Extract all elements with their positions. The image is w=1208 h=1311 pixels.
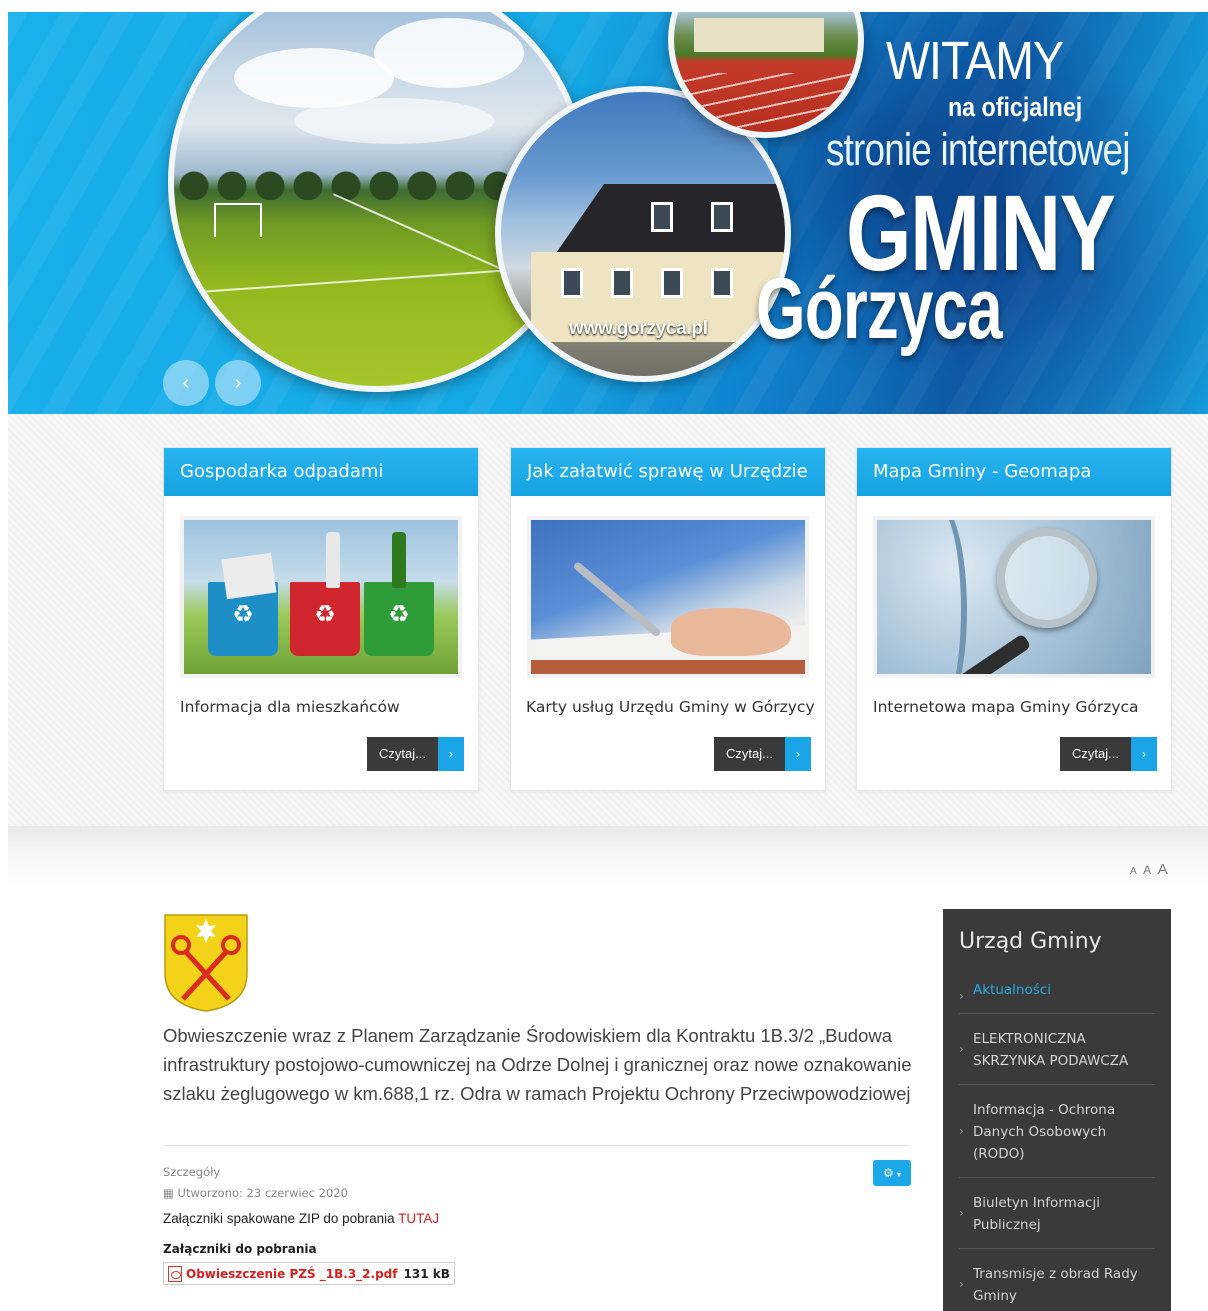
pdf-file-icon [168,1265,182,1282]
slider-prev-button[interactable]: ‹ [163,360,209,406]
sidebar-menu: Urząd Gminy Aktualności ELEKTRONICZNA SK… [943,909,1171,1311]
sidebar-item-aktualnosci[interactable]: Aktualności [959,979,1155,1014]
banner-text-witamy: WITAMY [886,31,1064,91]
calendar-icon: ▦ [163,1186,174,1200]
article-title[interactable]: Obwieszczenie wraz z Planem Zarządzanie … [163,1021,913,1108]
read-more-button[interactable]: Czytaj... › [714,737,811,771]
sidebar-item-rodo[interactable]: Informacja - Ochrona Danych Osobowych (R… [959,1085,1155,1178]
article-tools-button[interactable]: ⚙ ▾ [873,1160,911,1186]
card-description: Internetowa mapa Gminy Górzyca [873,698,1139,716]
card-description: Informacja dla mieszkańców [180,698,400,716]
banner-text-stronie: stronie internetowej [826,124,1130,175]
section-separator [8,826,1208,886]
sidebar-item-bip[interactable]: Biuletyn Informacji Publicznej [959,1178,1155,1249]
font-size-large[interactable]: A [1158,861,1168,878]
banner-text-na-oficjalnej: na oficjalnej [948,92,1083,122]
font-size-medium[interactable]: A [1143,863,1151,877]
card-geomap: Mapa Gminy - Geomapa Internetowa mapa Gm… [856,447,1172,791]
card-title[interactable]: Gospodarka odpadami [164,448,478,496]
map-magnifier-image[interactable] [873,516,1155,678]
running-track-photo [668,12,864,138]
banner-url: www.gorzyca.pl [569,318,708,339]
card-title[interactable]: Mapa Gminy - Geomapa [857,448,1171,496]
gear-icon: ⚙ [882,1166,894,1180]
details-label: Szczegóły [163,1165,221,1179]
caret-down-icon: ▾ [897,1170,902,1179]
sidebar-item-electronic-inbox[interactable]: ELEKTRONICZNA SKRZYNKA PODAWCZA [959,1014,1155,1085]
card-office-services: Jak załatwić sprawę w Urzędzie Karty usł… [510,447,826,791]
card-waste-management: Gospodarka odpadami ♻ ♻ ♻ Informacja dla… [163,447,479,791]
chevron-right-icon: › [1130,737,1157,771]
read-more-label: Czytaj... [1060,737,1131,771]
attachment-link[interactable]: Obwieszczenie PZŚ _1B.3_2.pdf [186,1267,398,1281]
read-more-button[interactable]: Czytaj... › [1060,737,1157,771]
chevron-right-icon: › [784,737,811,771]
hero-banner: www.gorzyca.pl WITAMY na oficjalnej stro… [8,12,1208,414]
sidebar-title: Urząd Gminy [959,929,1102,954]
zip-download-line: Załączniki spakowane ZIP do pobrania TUT… [163,1211,439,1226]
chevron-right-icon: › [437,737,464,771]
divider [163,1145,911,1146]
font-size-controls: A A A [1128,861,1168,879]
read-more-label: Czytaj... [714,737,785,771]
sidebar-item-council-broadcasts[interactable]: Transmisje z obrad Rady Gminy [959,1249,1155,1311]
card-title[interactable]: Jak załatwić sprawę w Urzędzie [511,448,825,496]
zip-download-link[interactable]: TUTAJ [398,1211,439,1226]
created-date: ▦ Utworzono: 23 czerwiec 2020 [163,1186,348,1200]
zip-download-text: Załączniki spakowane ZIP do pobrania [163,1211,399,1226]
recycling-bins-image[interactable]: ♻ ♻ ♻ [180,516,462,678]
created-date-text: Utworzono: 23 czerwiec 2020 [177,1186,348,1200]
attachments-heading: Załączniki do pobrania [163,1242,317,1256]
font-size-small[interactable]: A [1130,866,1137,877]
read-more-label: Czytaj... [367,737,438,771]
attachment-size: 131 kB [403,1266,450,1281]
writing-hand-image[interactable] [527,516,809,678]
attachment-item: Obwieszczenie PZŚ _1B.3_2.pdf 131 kB [163,1262,455,1285]
read-more-button[interactable]: Czytaj... › [367,737,464,771]
chevron-right-icon: › [234,372,242,394]
municipality-crest-icon [164,914,248,1012]
banner-text-gorzyca: Górzyca [756,261,1003,357]
card-description: Karty usług Urzędu Gminy w Górzycy [526,698,815,716]
chevron-left-icon: ‹ [182,372,190,394]
slider-next-button[interactable]: › [215,360,261,406]
